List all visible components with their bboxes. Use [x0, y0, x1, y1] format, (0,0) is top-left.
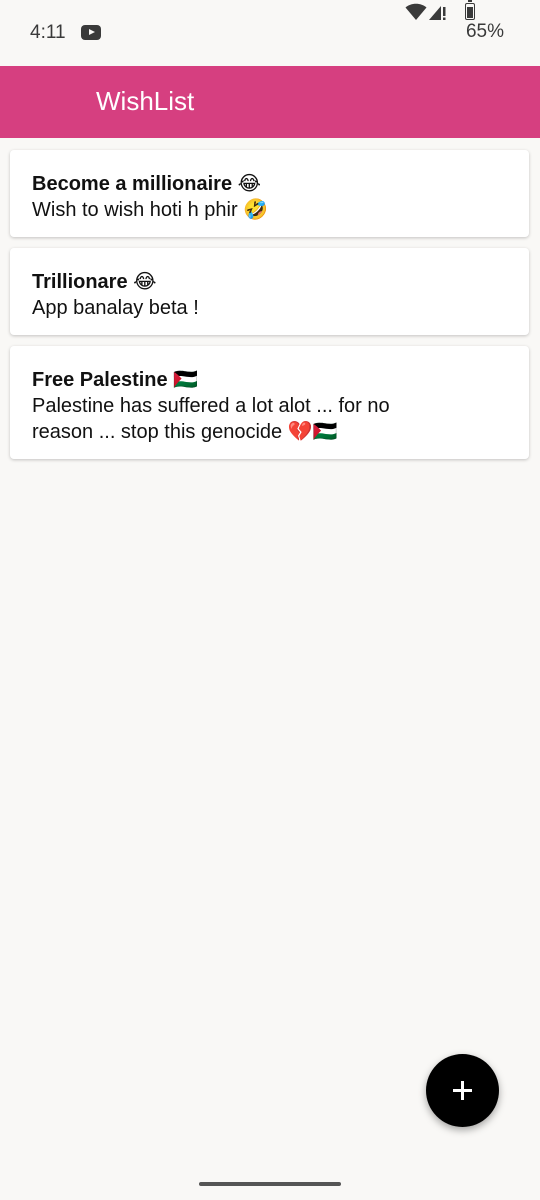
wish-card[interactable]: Become a millionaire 😂 Wish to wish hoti…	[10, 150, 529, 237]
wifi-icon	[405, 3, 427, 20]
wish-description: App banalay beta !	[32, 297, 199, 319]
plus-icon	[453, 1081, 472, 1100]
status-bar: 4:11 65%	[0, 0, 540, 66]
status-time: 4:11	[30, 22, 66, 43]
wish-title: Trillionare 😂	[32, 271, 157, 293]
app-title: WishList	[96, 86, 195, 116]
signal-icon	[429, 6, 446, 20]
app-bar: WishList	[0, 66, 540, 138]
wish-card[interactable]: Free Palestine 🇵🇸 Palestine has suffered…	[10, 346, 529, 459]
wish-title: Become a millionaire 😂	[32, 173, 262, 195]
battery-icon	[465, 0, 475, 20]
battery-percentage: 65%	[465, 21, 504, 42]
add-wish-button[interactable]	[426, 1054, 499, 1127]
wish-list: Become a millionaire 😂 Wish to wish hoti…	[10, 150, 529, 470]
wish-description: Wish to wish hoti h phir 🤣	[32, 199, 269, 221]
wish-description: Palestine has suffered a lot alot ... fo…	[32, 395, 390, 443]
wish-card[interactable]: Trillionare 😂 App banalay beta !	[10, 248, 529, 335]
youtube-icon	[81, 25, 101, 40]
home-indicator[interactable]	[199, 1182, 341, 1186]
wish-title: Free Palestine 🇵🇸	[32, 369, 199, 391]
